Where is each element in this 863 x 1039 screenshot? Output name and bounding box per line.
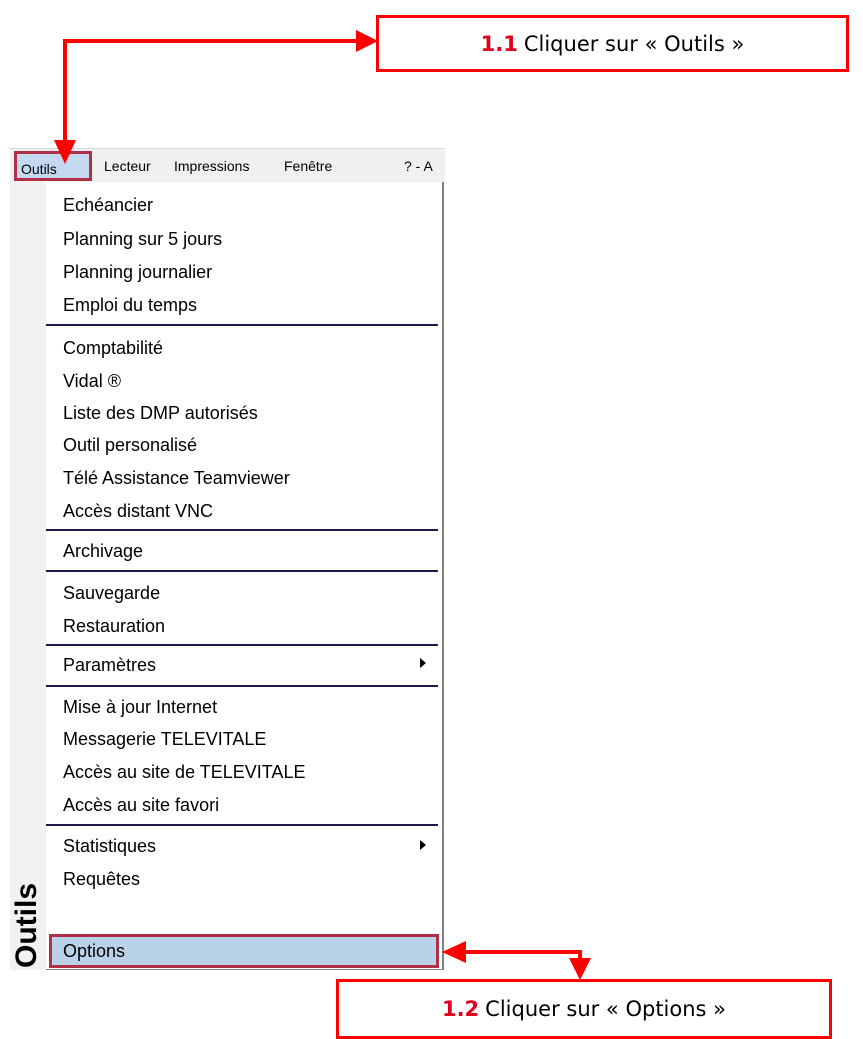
- arrow-head-icon: [569, 958, 591, 980]
- arrow-to-options: [462, 950, 582, 960]
- arrow-to-outils: [63, 39, 358, 158]
- arrow-head-icon: [442, 941, 466, 963]
- annotation-arrows: [54, 30, 591, 980]
- arrow-head-icon: [54, 140, 76, 164]
- arrow-head-icon: [356, 30, 378, 52]
